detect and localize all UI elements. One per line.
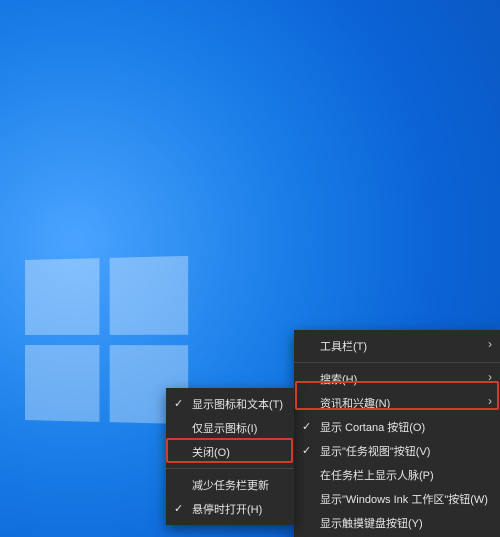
menu-label: 减少任务栏更新 bbox=[192, 477, 269, 493]
submenu-item-icon-text[interactable]: ✓ 显示图标和文本(T) bbox=[166, 392, 294, 416]
check-icon: ✓ bbox=[174, 502, 183, 515]
check-icon: ✓ bbox=[302, 444, 311, 457]
submenu-item-close[interactable]: 关闭(O) bbox=[166, 440, 294, 464]
taskbar-context-menu: 工具栏(T) 搜索(H) 资讯和兴趣(N) ✓ 显示 Cortana 按钮(O)… bbox=[294, 330, 500, 537]
submenu-item-icon-only[interactable]: 仅显示图标(I) bbox=[166, 416, 294, 440]
menu-label: 搜索(H) bbox=[320, 371, 357, 387]
menu-label: 显示"任务视图"按钮(V) bbox=[320, 443, 430, 459]
menu-label: 关闭(O) bbox=[192, 444, 230, 460]
menu-label: 显示图标和文本(T) bbox=[192, 396, 283, 412]
check-icon: ✓ bbox=[302, 420, 311, 433]
menu-label: 显示触摸键盘按钮(Y) bbox=[320, 515, 423, 531]
menu-item-search[interactable]: 搜索(H) bbox=[294, 367, 500, 391]
menu-item-cortana[interactable]: ✓ 显示 Cortana 按钮(O) bbox=[294, 415, 500, 439]
menu-item-ink[interactable]: 显示"Windows Ink 工作区"按钮(W) bbox=[294, 487, 500, 511]
submenu-item-open-on-hover[interactable]: ✓ 悬停时打开(H) bbox=[166, 497, 294, 521]
menu-label: 显示"Windows Ink 工作区"按钮(W) bbox=[320, 491, 488, 507]
news-interests-submenu: ✓ 显示图标和文本(T) 仅显示图标(I) 关闭(O) 减少任务栏更新 ✓ 悬停… bbox=[166, 388, 294, 525]
menu-item-people[interactable]: 在任务栏上显示人脉(P) bbox=[294, 463, 500, 487]
menu-item-taskview[interactable]: ✓ 显示"任务视图"按钮(V) bbox=[294, 439, 500, 463]
submenu-item-reduce-updates[interactable]: 减少任务栏更新 bbox=[166, 473, 294, 497]
separator bbox=[166, 468, 294, 469]
menu-label: 显示 Cortana 按钮(O) bbox=[320, 419, 425, 435]
menu-item-toolbars[interactable]: 工具栏(T) bbox=[294, 334, 500, 358]
windows-logo bbox=[25, 256, 188, 424]
menu-item-touch-keyboard[interactable]: 显示触摸键盘按钮(Y) bbox=[294, 511, 500, 535]
separator bbox=[294, 362, 500, 363]
menu-label: 工具栏(T) bbox=[320, 338, 367, 354]
menu-label: 资讯和兴趣(N) bbox=[320, 395, 390, 411]
desktop-background: 工具栏(T) 搜索(H) 资讯和兴趣(N) ✓ 显示 Cortana 按钮(O)… bbox=[0, 0, 500, 537]
menu-item-news-interests[interactable]: 资讯和兴趣(N) bbox=[294, 391, 500, 415]
menu-label: 仅显示图标(I) bbox=[192, 420, 257, 436]
check-icon: ✓ bbox=[174, 397, 183, 410]
menu-label: 悬停时打开(H) bbox=[192, 501, 262, 517]
menu-label: 在任务栏上显示人脉(P) bbox=[320, 467, 434, 483]
